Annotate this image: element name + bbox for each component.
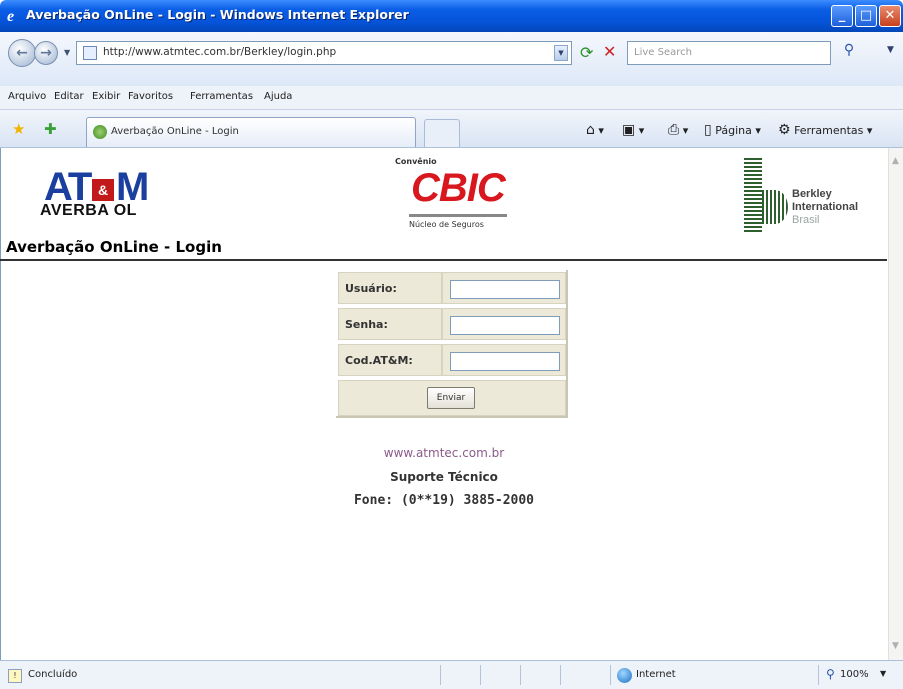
submit-button[interactable]: Enviar xyxy=(427,387,475,409)
berkley-name: Berkley xyxy=(792,188,832,200)
atm-logo: AT & M AVERBA OL xyxy=(40,165,175,227)
support-phone: Fone: (0**19) 3885-2000 xyxy=(353,493,534,508)
username-field[interactable] xyxy=(450,280,560,299)
vertical-scrollbar[interactable]: ▲ ▼ xyxy=(888,148,903,660)
password-label: Senha: xyxy=(345,318,388,331)
title-bar: e Averbação OnLine - Login - Windows Int… xyxy=(0,0,903,32)
status-divider xyxy=(610,665,611,685)
page-menu-button[interactable]: ▯ Página ▾ xyxy=(704,122,761,138)
address-url[interactable]: http://www.atmtec.com.br/Berkley/login.p… xyxy=(103,46,336,58)
search-icon[interactable]: ⚲ xyxy=(836,42,862,64)
search-placeholder: Live Search xyxy=(634,47,692,58)
tools-menu-button[interactable]: ⚙ Ferramentas ▾ xyxy=(778,122,872,138)
code-input-cell xyxy=(442,344,566,376)
zoom-level[interactable]: 100% xyxy=(840,669,869,680)
address-bar[interactable]: http://www.atmtec.com.br/Berkley/login.p… xyxy=(76,41,572,65)
search-options-dropdown-icon[interactable]: ▼ xyxy=(887,45,894,55)
feeds-icon[interactable]: ▣ ▾ xyxy=(622,122,644,138)
submit-cell: Enviar xyxy=(338,380,566,416)
berkley-brasil: Brasil xyxy=(792,214,820,226)
password-label-cell: Senha: xyxy=(338,308,442,340)
back-button[interactable]: ← xyxy=(8,39,36,67)
code-label-cell: Cod.AT&M: xyxy=(338,344,442,376)
code-field[interactable] xyxy=(450,352,560,371)
zoom-icon[interactable]: ⚲ xyxy=(826,667,835,681)
status-divider xyxy=(440,665,441,685)
tab-login[interactable]: Averbação OnLine - Login xyxy=(86,117,416,147)
minimize-button[interactable]: _ xyxy=(831,5,853,27)
user-label-cell: Usuário: xyxy=(338,272,442,304)
berkley-international: International xyxy=(792,201,859,213)
status-divider xyxy=(520,665,521,685)
tools-menu-label: Ferramentas xyxy=(794,124,864,137)
ie-logo-icon: e xyxy=(7,8,14,23)
forward-button[interactable]: → xyxy=(34,41,58,65)
cbic-logo-text: CBIC xyxy=(411,166,506,210)
maximize-button[interactable]: □ xyxy=(855,5,877,27)
print-icon[interactable]: ⎙ ▾ xyxy=(668,122,688,138)
password-field[interactable] xyxy=(450,316,560,335)
search-input[interactable]: Live Search xyxy=(627,41,831,65)
status-divider xyxy=(818,665,819,685)
internet-zone-icon xyxy=(617,668,632,683)
close-button[interactable]: ✕ xyxy=(879,5,901,27)
add-favorites-icon[interactable]: ✚ xyxy=(44,120,57,138)
tab-label: Averbação OnLine - Login xyxy=(111,126,239,137)
page-menu-label: Página xyxy=(715,124,752,137)
menu-item-favoritos[interactable]: Favoritos xyxy=(128,91,173,102)
stop-icon[interactable]: ✕ xyxy=(603,42,616,61)
atm-logo-amp: & xyxy=(92,179,114,201)
status-divider xyxy=(480,665,481,685)
scroll-up-icon[interactable]: ▲ xyxy=(892,156,899,166)
user-input-cell xyxy=(442,272,566,304)
status-bar: ! Concluído Internet ⚲ 100% ▼ xyxy=(0,660,903,689)
cbic-logo-rule xyxy=(409,214,507,217)
home-icon[interactable]: ⌂ ▾ xyxy=(586,122,604,138)
tab-page-icon xyxy=(93,125,107,139)
zoom-dropdown-icon[interactable]: ▼ xyxy=(880,669,886,678)
site-link[interactable]: www.atmtec.com.br xyxy=(0,446,888,460)
menu-item-ferramentas[interactable]: Ferramentas xyxy=(190,91,253,102)
berkley-globe-graphic xyxy=(762,190,788,224)
menu-item-ajuda[interactable]: Ajuda xyxy=(264,91,292,102)
support-label: Suporte Técnico xyxy=(390,470,498,484)
cbic-convenio-label: Convênio xyxy=(395,157,437,166)
status-divider xyxy=(560,665,561,685)
cbic-logo: Convênio CBIC Núcleo de Seguros xyxy=(395,157,525,237)
menu-item-editar[interactable]: Editar xyxy=(54,91,84,102)
menu-bar: Arquivo Editar Exibir Favoritos Ferramen… xyxy=(0,86,903,110)
security-zone[interactable]: Internet xyxy=(636,669,676,680)
user-label: Usuário: xyxy=(345,282,397,295)
atm-logo-subtitle: AVERBA OL xyxy=(40,202,137,219)
berkley-stripes-graphic xyxy=(744,158,762,232)
menu-item-arquivo[interactable]: Arquivo xyxy=(8,91,46,102)
new-tab-button[interactable] xyxy=(424,119,460,147)
title-divider xyxy=(0,259,887,261)
password-input-cell xyxy=(442,308,566,340)
status-text: Concluído xyxy=(28,669,78,680)
recent-pages-dropdown-icon[interactable]: ▼ xyxy=(64,48,70,57)
favorites-star-icon[interactable]: ★ xyxy=(12,120,25,138)
berkley-logo: Berkley International Brasil xyxy=(744,158,884,232)
cbic-logo-subtitle: Núcleo de Seguros xyxy=(409,220,484,229)
page-title: Averbação OnLine - Login xyxy=(6,238,222,256)
refresh-icon[interactable]: ⟳ xyxy=(580,43,593,62)
page-done-icon: ! xyxy=(8,669,22,683)
window-title: Averbação OnLine - Login - Windows Inter… xyxy=(26,7,409,22)
code-label: Cod.AT&M: xyxy=(345,354,413,367)
svg-text:e: e xyxy=(7,8,14,23)
page-icon xyxy=(83,46,97,60)
menu-item-exibir[interactable]: Exibir xyxy=(92,91,120,102)
address-dropdown-icon[interactable]: ▼ xyxy=(554,45,568,61)
scroll-down-icon[interactable]: ▼ xyxy=(892,641,899,651)
